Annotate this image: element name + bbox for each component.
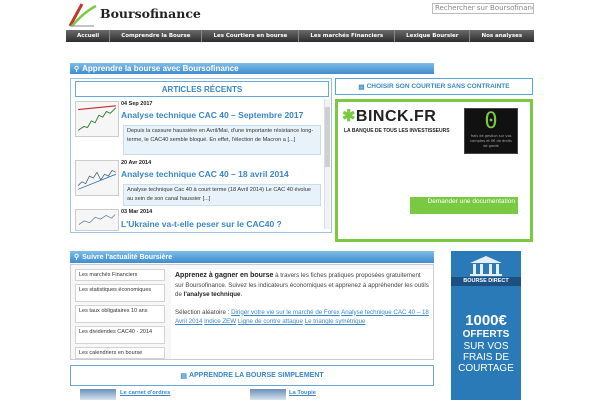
bourse-direct-offer: 1000€ OFFERTS SUR VOS FRAIS DE COURTAGE (451, 312, 521, 375)
intro-link-analyse[interactable]: l'analyse technique (184, 291, 241, 298)
section-banner-follow: ⚲ Suivre l'actualité Boursière (70, 251, 434, 263)
binck-tagline: LA BANQUE DE TOUS LES INVESTISSEURS (344, 128, 450, 134)
random-link[interactable]: Indice ZEW (204, 318, 236, 325)
random-link[interactable]: Le triangle symétrique (305, 318, 366, 325)
article-thumbnail[interactable] (75, 209, 119, 231)
learn-simply-button[interactable]: ▤ APPRENDRE LA BOURSE SIMPLEMENT (70, 365, 434, 386)
bottom-link[interactable]: Le carnet d'ordres (120, 390, 170, 396)
zero-fees-text: frais de gestion sur vos comptes et 0€ d… (470, 134, 512, 148)
binck-logo: ✱BINCK.FR (342, 108, 437, 125)
binck-zero-fees: 0 frais de gestion sur vos comptes et 0€… (464, 108, 518, 154)
random-label: Sélection aléatoire : (175, 308, 232, 316)
offer-word: OFFERTS (462, 329, 510, 340)
random-selection: Sélection aléatoire : Diriger votre vie … (175, 308, 429, 327)
scrollbar-thumb[interactable] (325, 107, 330, 167)
learn-simply-label: APPRENDRE LA BOURSE SIMPLEMENT (188, 372, 324, 379)
map-pin-icon: ⚲ (74, 254, 80, 261)
follow-link[interactable]: Les marchés Financiers (75, 269, 165, 281)
book-icon: ▤ (180, 372, 187, 380)
bourse-direct-ad[interactable]: BOURSE DIRECT 1000€ OFFERTS SUR VOS FRAI… (451, 251, 521, 400)
follow-panel: Les marchés Financiers Les statistiques … (70, 264, 434, 360)
nav-item-courtiers[interactable]: Les Courtiers en bourse (202, 33, 298, 39)
nav-item-lexique[interactable]: Lexique Boursier (395, 33, 469, 39)
bottom-thumbnail[interactable] (80, 389, 116, 400)
offer-sub: SUR VOS FRAIS DE COURTAGE (458, 341, 514, 374)
random-link[interactable]: Diriger votre vie sur le marché de Forex (231, 309, 340, 316)
main-nav: Accueil Comprendre la Bourse Les Courtie… (66, 30, 534, 42)
article-date: 03 Mar 2014 (121, 209, 153, 215)
banner-learn-title: Apprendre la bourse avec Boursofinance (82, 64, 239, 73)
book-icon: ▤ (358, 83, 365, 91)
bank-building-icon (470, 256, 502, 276)
article-date: 04 Sep 2017 (121, 101, 153, 107)
map-pin-icon: ⚲ (74, 65, 80, 73)
nav-item-marches[interactable]: Les marchés Financiers (299, 33, 394, 39)
binck-ad[interactable]: ✱BINCK.FR LA BANQUE DE TOUS LES INVESTIS… (335, 99, 533, 242)
bourse-direct-brand: BOURSE DIRECT (451, 277, 521, 286)
article-title[interactable]: Analyse technique CAC 40 – 18 avril 2014 (121, 169, 289, 179)
article-title[interactable]: Analyse technique CAC 40 – Septembre 201… (121, 110, 303, 120)
nav-item-comprendre[interactable]: Comprendre la Bourse (110, 33, 201, 39)
choose-broker-button[interactable]: ▤ CHOISIR SON COURTIER SANS CONTRAINTE (335, 78, 533, 95)
article-title[interactable]: L'Ukraine va-t-elle peser sur le CAC40 ? (121, 219, 282, 229)
articles-scrollbar[interactable] (324, 99, 330, 229)
recent-articles-title: ARTICLES RÉCENTS (75, 81, 329, 97)
article-excerpt: Depuis la cassure haussière en Avril/Mai… (123, 125, 321, 155)
bottom-link[interactable]: La Toupie (289, 390, 316, 396)
zero-fees-number: 0 (484, 109, 498, 134)
intro-bold: Apprenez à gagner en bourse (175, 272, 274, 279)
follow-link[interactable]: Les statistiques économiques (75, 284, 165, 302)
site-name[interactable]: Boursofinance (100, 6, 201, 21)
choose-broker-label: CHOISIR SON COURTIER SANS CONTRAINTE (366, 83, 510, 90)
recent-articles-panel: ARTICLES RÉCENTS 04 Sep 2017 Analyse tec… (70, 78, 332, 233)
article-thumbnail[interactable] (75, 160, 119, 196)
star-icon: ✱ (342, 108, 356, 125)
offer-amount: 1000€ (465, 312, 507, 329)
nav-item-accueil[interactable]: Accueil (66, 33, 109, 39)
follow-link[interactable]: Les taux obligataires 10 ans (75, 305, 165, 323)
article-excerpt: Analyse technique Cac 40 à court terme (… (123, 184, 321, 206)
site-logo-icon[interactable] (66, 2, 98, 28)
bottom-thumbnail[interactable] (250, 389, 286, 400)
article-thumbnail[interactable] (75, 101, 119, 137)
follow-info-text: Apprenez à gagner en bourse à travers le… (171, 269, 433, 359)
follow-title: Suivre l'actualité Boursière (82, 253, 173, 261)
search-input[interactable]: Rechercher sur Boursofinance (432, 3, 534, 14)
random-link[interactable]: Ligne de contre attaque (238, 318, 303, 325)
article-date: 20 Avr 2014 (121, 160, 152, 166)
section-banner-learn: ⚲ Apprendre la bourse avec Boursofinance (70, 63, 434, 74)
follow-link[interactable]: Les dividendes CAC40 - 2014 (75, 326, 165, 344)
request-documentation-button[interactable]: Demander une documentation (410, 197, 518, 214)
follow-link[interactable]: Les calendriers en bourse (75, 347, 165, 359)
nav-item-analyses[interactable]: Nos analyses (470, 33, 533, 39)
